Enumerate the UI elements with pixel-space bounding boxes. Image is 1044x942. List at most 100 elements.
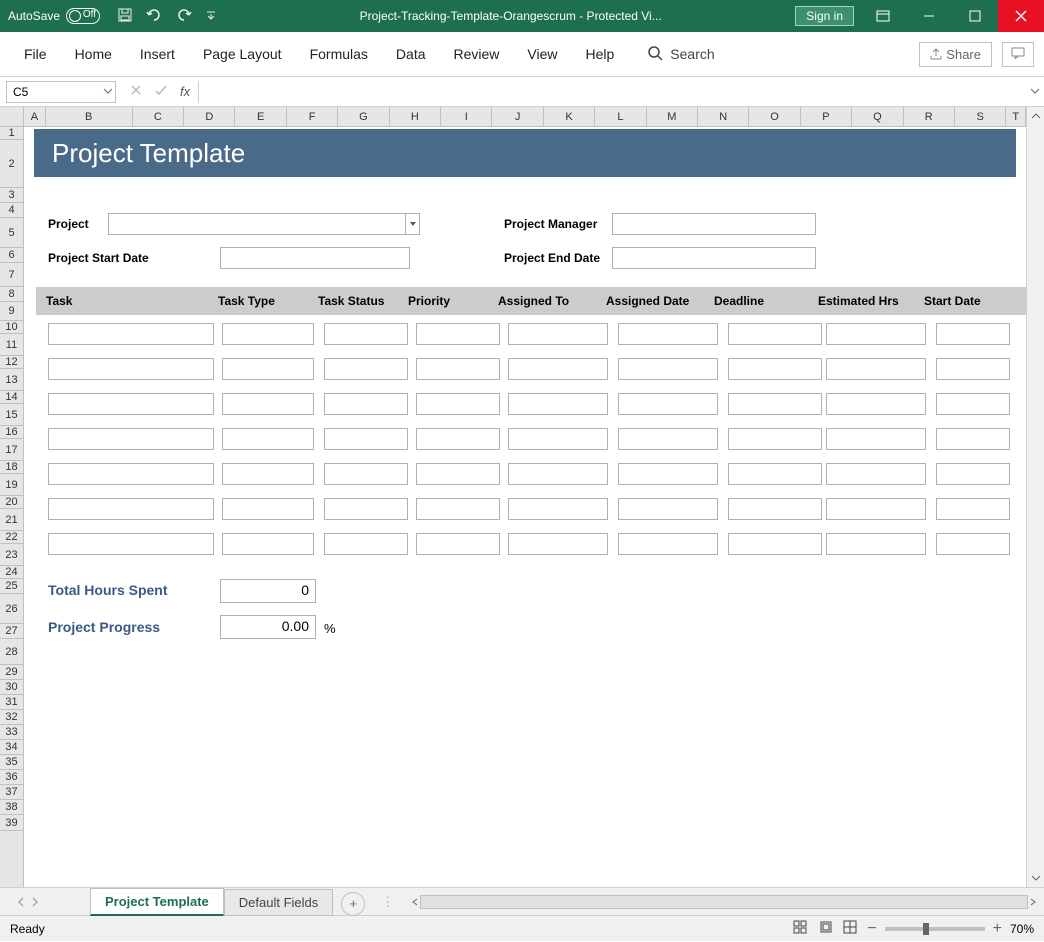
table-cell[interactable] <box>728 533 822 555</box>
table-cell[interactable] <box>48 358 214 380</box>
table-cell[interactable] <box>936 358 1010 380</box>
row-header[interactable]: 16 <box>0 426 23 439</box>
table-cell[interactable] <box>618 498 718 520</box>
tab-help[interactable]: Help <box>572 36 629 72</box>
row-header[interactable]: 30 <box>0 680 23 695</box>
pm-input[interactable] <box>612 213 816 235</box>
row-header[interactable]: 3 <box>0 188 23 203</box>
vertical-scrollbar[interactable] <box>1026 107 1044 887</box>
table-cell[interactable] <box>324 393 408 415</box>
row-header[interactable]: 9 <box>0 302 23 321</box>
ribbon-display-button[interactable] <box>860 0 906 32</box>
row-header[interactable]: 21 <box>0 509 23 531</box>
table-cell[interactable] <box>618 393 718 415</box>
table-cell[interactable] <box>508 428 608 450</box>
table-cell[interactable] <box>416 498 500 520</box>
column-header[interactable]: Q <box>852 107 903 126</box>
table-cell[interactable] <box>324 533 408 555</box>
zoom-in-icon[interactable]: + <box>993 920 1002 938</box>
table-cell[interactable] <box>826 428 926 450</box>
minimize-button[interactable] <box>906 0 952 32</box>
expand-formula-icon[interactable] <box>1026 84 1044 99</box>
table-cell[interactable] <box>222 428 314 450</box>
column-header[interactable]: L <box>595 107 646 126</box>
row-header[interactable]: 28 <box>0 639 23 665</box>
progress-value[interactable]: 0.00 <box>220 615 316 639</box>
column-header[interactable]: I <box>441 107 492 126</box>
redo-icon[interactable] <box>176 8 192 25</box>
table-cell[interactable] <box>508 463 608 485</box>
table-cell[interactable] <box>324 463 408 485</box>
table-cell[interactable] <box>324 498 408 520</box>
chevron-down-icon[interactable] <box>103 85 113 99</box>
row-header[interactable]: 15 <box>0 404 23 426</box>
name-box[interactable]: C5 <box>6 81 116 103</box>
table-cell[interactable] <box>48 463 214 485</box>
table-cell[interactable] <box>416 393 500 415</box>
row-header[interactable]: 19 <box>0 474 23 496</box>
formula-input[interactable] <box>198 81 1026 103</box>
row-header[interactable]: 2 <box>0 140 23 188</box>
row-header[interactable]: 14 <box>0 391 23 404</box>
table-cell[interactable] <box>48 533 214 555</box>
table-cell[interactable] <box>324 428 408 450</box>
row-header[interactable]: 24 <box>0 566 23 579</box>
table-cell[interactable] <box>936 323 1010 345</box>
end-date-input[interactable] <box>612 247 816 269</box>
table-cell[interactable] <box>618 533 718 555</box>
table-cell[interactable] <box>222 498 314 520</box>
column-header[interactable]: K <box>544 107 595 126</box>
row-header[interactable]: 29 <box>0 665 23 680</box>
table-cell[interactable] <box>936 463 1010 485</box>
row-header[interactable]: 31 <box>0 695 23 710</box>
column-header[interactable]: J <box>492 107 543 126</box>
tab-formulas[interactable]: Formulas <box>296 36 382 72</box>
table-cell[interactable] <box>324 358 408 380</box>
column-header[interactable]: S <box>955 107 1006 126</box>
row-header[interactable]: 5 <box>0 218 23 248</box>
table-cell[interactable] <box>618 358 718 380</box>
undo-icon[interactable] <box>146 8 162 25</box>
table-cell[interactable] <box>416 323 500 345</box>
row-header[interactable]: 35 <box>0 755 23 770</box>
column-header[interactable]: O <box>749 107 800 126</box>
table-cell[interactable] <box>826 463 926 485</box>
table-cell[interactable] <box>936 428 1010 450</box>
table-cell[interactable] <box>826 393 926 415</box>
table-cell[interactable] <box>618 428 718 450</box>
table-cell[interactable] <box>508 393 608 415</box>
column-header[interactable]: B <box>46 107 133 126</box>
row-header[interactable]: 23 <box>0 544 23 566</box>
select-all-cell[interactable] <box>0 107 23 127</box>
row-header[interactable]: 11 <box>0 334 23 356</box>
tab-home[interactable]: Home <box>61 36 126 72</box>
column-header[interactable]: H <box>390 107 441 126</box>
table-cell[interactable] <box>222 463 314 485</box>
column-header[interactable]: M <box>647 107 698 126</box>
new-sheet-button[interactable]: + <box>341 892 365 916</box>
fx-icon[interactable]: fx <box>180 84 190 99</box>
table-cell[interactable] <box>324 323 408 345</box>
share-button[interactable]: Share <box>919 42 992 67</box>
table-cell[interactable] <box>728 498 822 520</box>
row-header[interactable]: 4 <box>0 203 23 218</box>
sign-in-button[interactable]: Sign in <box>795 6 854 26</box>
tab-file[interactable]: File <box>10 36 61 72</box>
column-header[interactable]: G <box>338 107 389 126</box>
column-header[interactable]: E <box>235 107 286 126</box>
close-button[interactable] <box>998 0 1044 32</box>
horizontal-scrollbar[interactable] <box>410 895 1038 909</box>
zoom-out-icon[interactable]: − <box>867 920 876 938</box>
table-cell[interactable] <box>48 393 214 415</box>
maximize-button[interactable] <box>952 0 998 32</box>
table-cell[interactable] <box>508 533 608 555</box>
sheet-tab-project-template[interactable]: Project Template <box>90 888 224 916</box>
row-header[interactable]: 20 <box>0 496 23 509</box>
row-header[interactable]: 34 <box>0 740 23 755</box>
autosave-toggle[interactable]: AutoSave Off <box>0 8 108 24</box>
table-cell[interactable] <box>936 533 1010 555</box>
scroll-down-icon[interactable] <box>1027 869 1044 887</box>
table-cell[interactable] <box>222 533 314 555</box>
row-header[interactable]: 10 <box>0 321 23 334</box>
row-header[interactable]: 36 <box>0 770 23 785</box>
